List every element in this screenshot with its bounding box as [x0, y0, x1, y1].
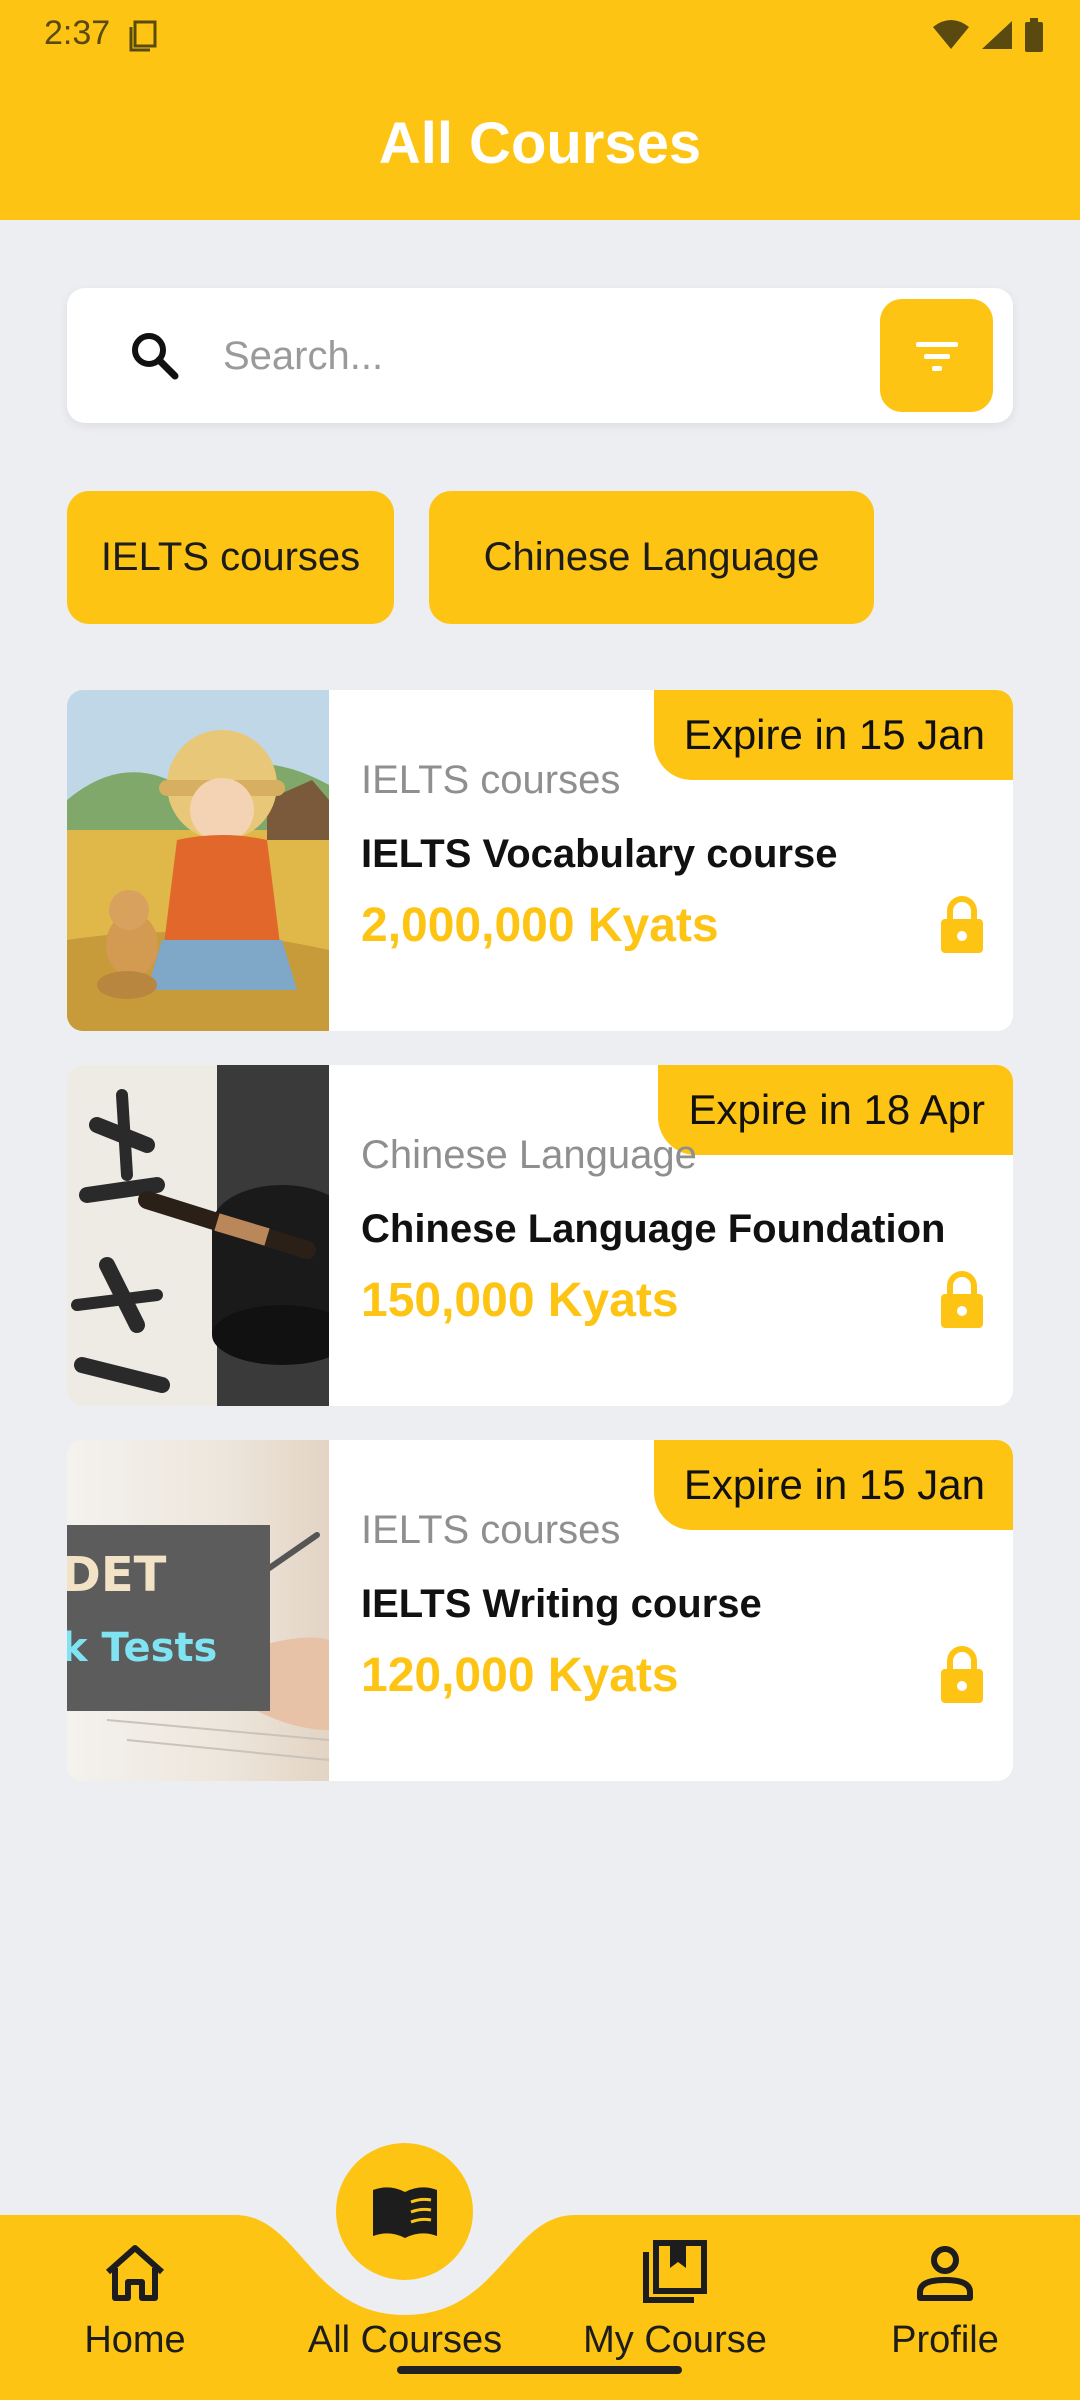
- course-thumbnail: [67, 690, 329, 1031]
- nav-home[interactable]: Home: [50, 2215, 220, 2400]
- filter-icon: [915, 341, 958, 371]
- status-bar: 2:37: [0, 0, 1080, 72]
- book-open-icon: [372, 2186, 437, 2238]
- search-input[interactable]: [223, 318, 903, 394]
- signal-icon: [982, 21, 1012, 49]
- nav-label: Profile: [891, 2319, 999, 2361]
- expire-badge: Expire in 15 Jan: [653, 1440, 1013, 1530]
- course-category: Chinese Language: [361, 1133, 697, 1177]
- app-header: All Courses: [0, 72, 1080, 220]
- bookmark-book-icon: [643, 2240, 707, 2303]
- course-card[interactable]: DET k Tests Expire in 15 Jan IELTS cours…: [67, 1440, 1013, 1781]
- lock-icon: [941, 1271, 983, 1328]
- lock-icon: [941, 1646, 983, 1703]
- course-title: Chinese Language Foundation: [361, 1207, 946, 1251]
- expire-badge: Expire in 18 Apr: [658, 1065, 1013, 1155]
- nav-label: My Course: [583, 2319, 767, 2361]
- status-time: 2:37: [44, 14, 111, 52]
- nav-label: Home: [84, 2319, 186, 2361]
- page-title: All Courses: [378, 111, 702, 176]
- nav-label: All Courses: [307, 2319, 503, 2361]
- course-title: IELTS Vocabulary course: [361, 832, 838, 876]
- category-chip-ielts[interactable]: IELTS courses: [67, 491, 394, 624]
- course-price: 150,000 Kyats: [361, 1274, 679, 1327]
- filter-button[interactable]: [880, 299, 993, 412]
- course-category: IELTS courses: [361, 758, 621, 802]
- course-category: IELTS courses: [361, 1508, 621, 1552]
- course-price: 2,000,000 Kyats: [361, 899, 719, 952]
- course-card[interactable]: Expire in 18 Apr Chinese Language Chines…: [67, 1065, 1013, 1406]
- course-card[interactable]: Expire in 15 Jan IELTS courses IELTS Voc…: [67, 690, 1013, 1031]
- home-indicator[interactable]: [397, 2366, 682, 2374]
- all-courses-fab[interactable]: [336, 2143, 473, 2280]
- expire-badge: Expire in 15 Jan: [653, 690, 1013, 780]
- lock-icon: [941, 896, 983, 953]
- screenshot-notification-icon: [129, 20, 157, 52]
- search-icon: [132, 333, 179, 380]
- nav-profile[interactable]: Profile: [860, 2215, 1030, 2400]
- category-chip-chinese[interactable]: Chinese Language: [429, 491, 874, 624]
- course-thumbnail: [67, 1065, 329, 1406]
- thumbnail-overlay-box: DET k Tests: [67, 1525, 270, 1711]
- battery-icon: [1025, 18, 1043, 52]
- person-icon: [917, 2246, 973, 2301]
- thumbnail-text-line1: DET: [67, 1547, 167, 1603]
- home-icon: [106, 2245, 164, 2301]
- wifi-icon: [933, 20, 969, 49]
- course-price: 120,000 Kyats: [361, 1649, 679, 1702]
- course-thumbnail: DET k Tests: [67, 1440, 329, 1781]
- thumbnail-text-line2: k Tests: [67, 1625, 218, 1671]
- search-bar: [67, 288, 1013, 423]
- course-title: IELTS Writing course: [361, 1582, 762, 1626]
